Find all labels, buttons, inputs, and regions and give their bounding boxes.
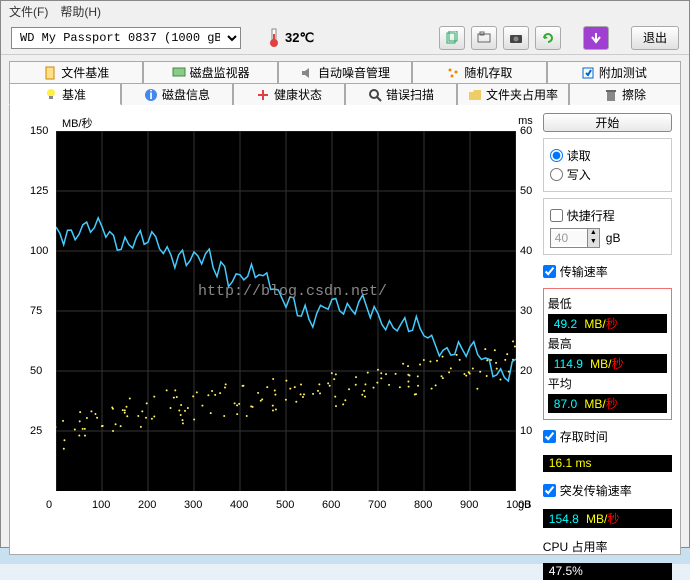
quick-spinner[interactable]: ▲▼ xyxy=(550,228,600,248)
chart-svg xyxy=(56,131,516,491)
spin-up[interactable]: ▲ xyxy=(587,229,599,238)
chart-area: MB/秒 ms http://blog.csdn.net/ 2550751001… xyxy=(18,113,535,523)
temperature-display: 32℃ xyxy=(267,28,314,48)
avg-value: 87.0 MB/秒 xyxy=(548,394,667,413)
tab-benchmark[interactable]: 基准 xyxy=(9,83,121,105)
x-tick: 400 xyxy=(230,499,248,511)
min-label: 最低 xyxy=(548,295,667,312)
tab-folder-usage[interactable]: 文件夹占用率 xyxy=(457,83,569,105)
exit-button[interactable]: 退出 xyxy=(631,26,679,50)
y-tick-left: 25 xyxy=(30,425,42,437)
x-tick: 200 xyxy=(138,499,156,511)
mode-group: 读取 写入 xyxy=(543,138,672,192)
drive-select[interactable]: WD My Passport 0837 (1000 gB, xyxy=(11,27,241,49)
x-tick: 900 xyxy=(460,499,478,511)
tab-error-scan[interactable]: 错误扫描 xyxy=(345,83,457,105)
document-icon xyxy=(43,66,57,80)
content-panel: MB/秒 ms http://blog.csdn.net/ 2550751001… xyxy=(9,105,681,555)
tabs-area: 文件基准 磁盘监视器 自动噪音管理 随机存取 附加测试 基准 i磁盘信息 健康状… xyxy=(1,55,689,555)
cpu-value: 47.5% xyxy=(543,563,672,580)
random-icon xyxy=(446,66,460,80)
x-tick: 600 xyxy=(322,499,340,511)
avg-label: 平均 xyxy=(548,375,667,392)
main-window: 文件(F) 帮助(H) WD My Passport 0837 (1000 gB… xyxy=(0,0,690,548)
x-tick: 500 xyxy=(276,499,294,511)
trash-icon xyxy=(604,88,618,102)
thermometer-icon xyxy=(267,28,281,48)
tab-file-benchmark[interactable]: 文件基准 xyxy=(9,61,143,83)
y-tick-right: 40 xyxy=(520,245,532,257)
cpu-label: CPU 占用率 xyxy=(543,538,672,555)
y-tick-left: 100 xyxy=(30,245,48,257)
menu-file[interactable]: 文件(F) xyxy=(9,3,48,19)
y-tick-right: 10 xyxy=(520,425,532,437)
quick-checkbox[interactable] xyxy=(550,209,563,222)
y-tick-left: 125 xyxy=(30,185,48,197)
tab-disk-info[interactable]: i磁盘信息 xyxy=(121,83,233,105)
quick-value[interactable] xyxy=(551,231,587,245)
y-tick-left: 150 xyxy=(30,125,48,137)
stats-box: 最低 49.2 MB/秒 最高 114.9 MB/秒 平均 87.0 MB/秒 xyxy=(543,288,672,420)
start-button[interactable]: 开始 xyxy=(543,113,672,132)
read-radio[interactable] xyxy=(550,149,563,162)
x-tick: 0 xyxy=(46,499,52,511)
bulb-icon xyxy=(44,87,58,101)
y-tick-left: 75 xyxy=(30,305,42,317)
max-label: 最高 xyxy=(548,335,667,352)
y-tick-right: 50 xyxy=(520,185,532,197)
svg-text:i: i xyxy=(149,88,152,102)
menu-help[interactable]: 帮助(H) xyxy=(60,3,101,19)
quick-group: 快捷行程 ▲▼ gB xyxy=(543,198,672,255)
access-value: 16.1 ms xyxy=(543,455,672,472)
tab-random-access[interactable]: 随机存取 xyxy=(412,61,546,83)
side-panel: 开始 读取 写入 快捷行程 ▲▼ gB 传输速率 xyxy=(543,113,672,546)
folder-icon xyxy=(468,88,482,102)
copy-button[interactable] xyxy=(439,26,465,50)
x-tick: 700 xyxy=(368,499,386,511)
tab-erase[interactable]: 擦除 xyxy=(569,83,681,105)
x-tick: 800 xyxy=(414,499,432,511)
screenshot-button[interactable] xyxy=(471,26,497,50)
transfer-checkbox[interactable] xyxy=(543,265,556,278)
y-tick-right: 20 xyxy=(520,365,532,377)
toolbar: WD My Passport 0837 (1000 gB, 32℃ 退出 xyxy=(1,21,689,55)
y-unit-left: MB/秒 xyxy=(62,115,93,131)
tab-health[interactable]: 健康状态 xyxy=(233,83,345,105)
burst-checkbox[interactable] xyxy=(543,484,556,497)
spin-down[interactable]: ▼ xyxy=(587,238,599,247)
tab-disk-monitor[interactable]: 磁盘监视器 xyxy=(143,61,277,83)
y-tick-left: 50 xyxy=(30,365,42,377)
health-icon xyxy=(256,88,270,102)
tab-row-1: 文件基准 磁盘监视器 自动噪音管理 随机存取 附加测试 xyxy=(9,61,681,83)
access-checkbox[interactable] xyxy=(543,430,556,443)
y-tick-right: 30 xyxy=(520,305,532,317)
x-tick: 300 xyxy=(184,499,202,511)
tab-extra-tests[interactable]: 附加测试 xyxy=(547,61,681,83)
extra-icon xyxy=(581,66,595,80)
x-unit: gB xyxy=(518,499,553,511)
y-tick-right: 60 xyxy=(520,125,532,137)
monitor-icon xyxy=(172,66,186,80)
x-tick: 100 xyxy=(92,499,110,511)
tab-row-2: 基准 i磁盘信息 健康状态 错误扫描 文件夹占用率 擦除 xyxy=(9,83,681,105)
down-arrow-button[interactable] xyxy=(583,26,609,50)
info-icon: i xyxy=(144,88,158,102)
min-value: 49.2 MB/秒 xyxy=(548,314,667,333)
menu-bar: 文件(F) 帮助(H) xyxy=(1,1,689,21)
magnify-icon xyxy=(368,88,382,102)
refresh-button[interactable] xyxy=(535,26,561,50)
burst-value: 154.8 MB/秒 xyxy=(543,509,672,528)
camera-button[interactable] xyxy=(503,26,529,50)
write-radio[interactable] xyxy=(550,168,563,181)
max-value: 114.9 MB/秒 xyxy=(548,354,667,373)
tab-aam[interactable]: 自动噪音管理 xyxy=(278,61,412,83)
temperature-value: 32℃ xyxy=(285,30,314,46)
speaker-icon xyxy=(300,66,314,80)
